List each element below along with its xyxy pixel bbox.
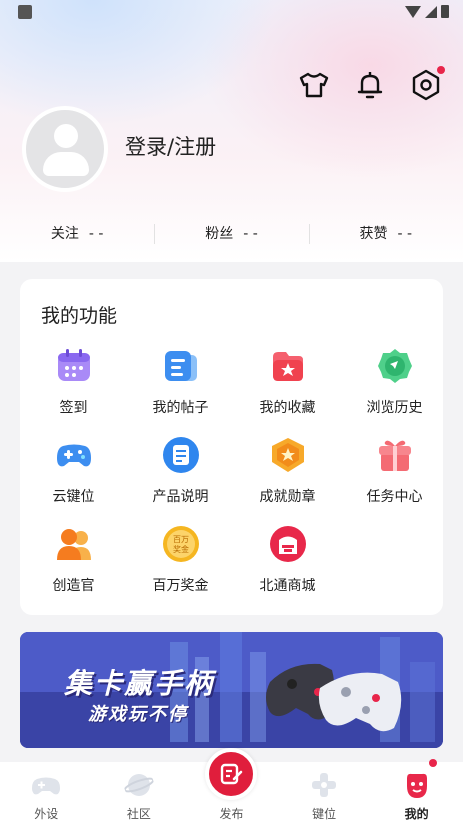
profile-notification-dot [428,759,437,767]
banner-title: 集卡赢手柄 [64,667,215,700]
tab-profile[interactable]: 我的 [370,759,463,823]
header-actions [297,66,445,102]
keymap-icon [312,773,337,797]
notification-icon [18,5,32,19]
login-register-link[interactable]: 登录/注册 [125,131,216,161]
publish-button[interactable] [205,748,258,800]
medal-icon [269,436,307,474]
tab-community[interactable]: 社区 [93,762,186,823]
gamepad-icon [55,436,93,474]
bell-icon[interactable] [353,68,387,102]
profile-icon [406,773,427,798]
my-functions-card: 我的功能 签到 我的帖子 我的收藏 浏览历史 云键位 产品说明 成就勋章 任务中… [20,279,443,615]
stat-following[interactable]: 关注 - - [0,222,154,246]
svg-text:百万: 百万 [173,535,189,544]
banner-subtitle: 游戏玩不停 [88,704,188,725]
tab-publish[interactable]: 发布 [185,748,278,823]
promo-banner[interactable]: 集卡赢手柄 游戏玩不停 [20,632,443,748]
favorite-folder-icon [269,347,307,385]
avatar[interactable] [22,106,108,192]
status-bar [0,0,463,26]
function-item-task-center[interactable]: 任务中心 [341,436,448,525]
shirt-icon[interactable] [297,68,331,102]
function-item-product-manual[interactable]: 产品说明 [127,436,234,525]
function-item-my-posts[interactable]: 我的帖子 [127,347,234,436]
gift-icon [376,436,414,474]
function-item-history[interactable]: 浏览历史 [341,347,448,436]
profile-stats: 关注 - - 粉丝 - - 获赞 - - [0,222,463,246]
signal-icon [425,5,437,18]
wifi-icon [405,5,421,18]
post-icon [162,347,200,385]
manual-icon [162,436,200,474]
battery-icon [441,5,449,18]
bottom-tab-bar: 外设 社区 发布 键位 我的 [0,748,463,823]
settings-notification-dot [437,66,445,74]
publish-icon [221,763,243,785]
settings-icon[interactable] [409,66,445,102]
tab-keymap[interactable]: 键位 [278,762,371,823]
function-item-creator[interactable]: 创造官 [20,525,127,614]
creator-icon [55,525,93,563]
coin-icon: 百万 奖金 [162,525,200,563]
tab-peripheral[interactable]: 外设 [0,762,93,823]
svg-text:奖金: 奖金 [173,544,189,554]
stat-fans[interactable]: 粉丝 - - [154,222,308,246]
stat-likes[interactable]: 获赞 - - [308,222,463,246]
function-item-cloud-keymap[interactable]: 云键位 [20,436,127,525]
history-icon [376,347,414,385]
function-item-my-favorites[interactable]: 我的收藏 [234,347,341,436]
calendar-icon [55,347,93,385]
function-item-achievements[interactable]: 成就勋章 [234,436,341,525]
shop-icon [269,525,307,563]
function-item-shop[interactable]: 北通商城 [234,525,341,614]
peripheral-icon [32,777,61,795]
community-icon [123,774,154,796]
function-item-sign-in[interactable]: 签到 [20,347,127,436]
function-item-million-bonus[interactable]: 百万 奖金 百万奖金 [127,525,234,614]
section-title: 我的功能 [41,305,118,327]
